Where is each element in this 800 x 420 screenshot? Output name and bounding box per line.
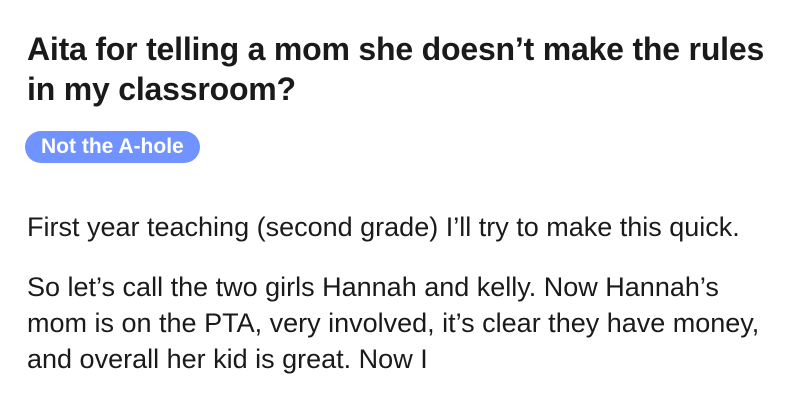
- post-view: Aita for telling a mom she doesn’t make …: [0, 0, 800, 420]
- post-paragraph: So let’s call the two girls Hannah and k…: [27, 272, 760, 374]
- post-paragraph: First year teaching (second grade) I’ll …: [27, 212, 740, 242]
- post-body: First year teaching (second grade) I’ll …: [27, 209, 762, 377]
- post-title[interactable]: Aita for telling a mom she doesn’t make …: [27, 29, 767, 109]
- post-flair-badge[interactable]: Not the A-hole: [25, 131, 200, 163]
